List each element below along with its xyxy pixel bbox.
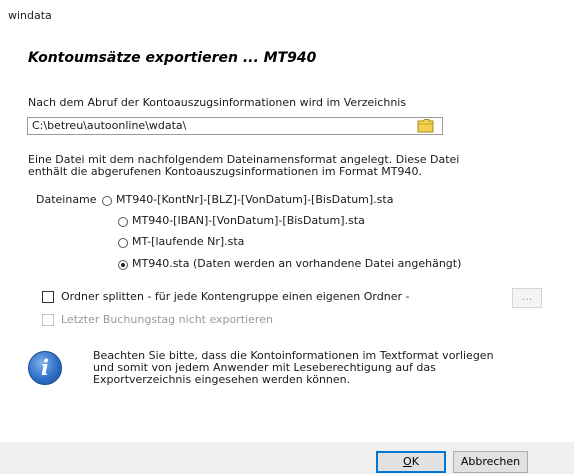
filename-option-label: MT940-[IBAN]-[VonDatum]-[BisDatum].sta [132,214,365,227]
info-icon: i [28,351,62,385]
radio-button[interactable] [118,217,128,227]
folder-options-button[interactable]: ... [512,288,542,308]
last-booking-day-label: Letzter Buchungstag nicht exportieren [61,313,273,326]
split-folder-checkbox[interactable] [42,291,54,303]
intro-text: Nach dem Abruf der Kontoauszugsinformati… [28,96,407,109]
window-title: windata [8,9,52,22]
radio-button[interactable] [102,196,112,206]
filename-option-label: MT940-[KontNr]-[BLZ]-[VonDatum]-[BisDatu… [116,193,394,206]
ok-button[interactable]: OK [376,451,446,473]
radio-button[interactable] [118,260,128,270]
dialog-heading: Kontoumsätze exportieren ... MT940 [28,50,317,66]
split-folder-label: Ordner splitten - für jede Kontengruppe … [61,290,410,303]
filename-label: Dateiname [36,193,97,206]
filename-option-label: MT-[laufende Nr].sta [132,235,245,248]
last-booking-day-checkbox[interactable] [42,314,54,326]
info-text-line-3: Exportverzeichnis eingesehen werden könn… [93,373,351,386]
filename-option-label: MT940.sta (Daten werden an vorhandene Da… [132,257,462,270]
radio-button[interactable] [118,238,128,248]
info-icon-glyph: i [41,355,49,380]
cancel-button[interactable]: Abbrechen [453,451,528,473]
path-input[interactable]: C:\betreu\autoonline\wdata\ [27,117,443,135]
path-value: C:\betreu\autoonline\wdata\ [32,119,187,132]
description-line-2: enthält die abgerufenen Kontoauszugsinfo… [28,165,423,178]
folder-browse-icon[interactable] [417,117,435,134]
